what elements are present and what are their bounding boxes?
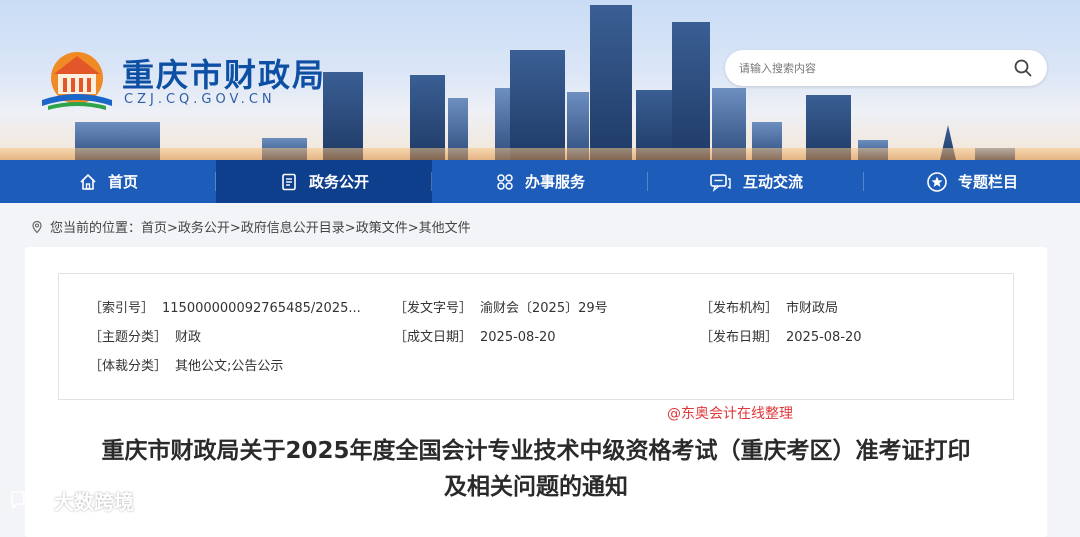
published-date-label: ［发布日期］ [700, 330, 779, 345]
nav-item-topics[interactable]: 专题栏目 [864, 160, 1080, 203]
nav-item-government-affairs[interactable]: 政务公开 [216, 160, 432, 203]
watermark-text: 大数跨境 [54, 490, 134, 514]
search-input[interactable] [739, 59, 999, 77]
document-metadata: ［索引号］ 115000000092765485/2025... ［发文字号］ 渝财… [58, 273, 1014, 400]
main-nav: 首页 政务公开 办事服务 互动交流 专题栏目 [0, 160, 1080, 203]
chat-icon [710, 173, 731, 192]
breadcrumb: 您当前的位置： 首页>政务公开>政府信息公开目录>政策文件>其他文件 [30, 217, 471, 236]
article-title: 重庆市财政局关于2025年度全国会计专业技术中级资格考试（重庆考区）准考证打印 … [25, 433, 1047, 505]
published-date-value: 2025-08-20 [786, 330, 862, 345]
grid-icon [497, 173, 513, 190]
topic-value: 财政 [175, 330, 202, 345]
doc-number-value: 渝财会〔2025〕29号 [480, 301, 608, 316]
site-domain: CZJ.CQ.GOV.CN [124, 92, 276, 107]
watermark: 大数跨境 [8, 486, 134, 515]
nav-label: 首页 [107, 173, 138, 191]
search-icon[interactable] [1013, 58, 1033, 78]
doc-number-label: ［发文字号］ [394, 301, 473, 316]
header-banner: 重庆市财政局 CZJ.CQ.GOV.CN [0, 0, 1080, 160]
breadcrumb-path[interactable]: 首页>政务公开>政府信息公开目录>政策文件>其他文件 [141, 217, 471, 236]
written-date-label: ［成文日期］ [394, 330, 473, 345]
index-label: ［索引号］ [89, 301, 155, 316]
star-icon [927, 171, 947, 192]
written-date-value: 2025-08-20 [480, 330, 556, 345]
nav-item-services[interactable]: 办事服务 [432, 160, 648, 203]
article-title-line-1: 重庆市财政局关于2025年度全国会计专业技术中级资格考试（重庆考区）准考证打印 [101, 438, 971, 464]
genre-label: ［体裁分类］ [89, 359, 168, 374]
nav-label: 政务公开 [308, 173, 369, 191]
site-name[interactable]: 重庆市财政局 [122, 50, 326, 96]
nav-label: 互动交流 [742, 173, 803, 191]
nav-item-interaction[interactable]: 互动交流 [648, 160, 864, 203]
issuer-value: 市财政局 [786, 301, 839, 316]
site-logo-icon [42, 52, 112, 110]
genre-value: 其他公文;公告公示 [175, 359, 284, 374]
search-box[interactable] [725, 50, 1047, 86]
nav-item-home[interactable]: 首页 [0, 160, 216, 203]
article-title-line-2: 及相关问题的通知 [444, 474, 628, 500]
article-card: ［索引号］ 115000000092765485/2025... ［发文字号］ 渝财… [25, 247, 1047, 537]
chat-bubble-logo-icon [11, 490, 47, 510]
breadcrumb-prefix: 您当前的位置： [50, 221, 142, 236]
index-value: 115000000092765485/2025... [162, 301, 361, 316]
topic-label: ［主题分类］ [89, 330, 168, 345]
nav-label: 专题栏目 [957, 173, 1018, 191]
nav-label: 办事服务 [524, 173, 585, 191]
issuer-label: ［发布机构］ [700, 301, 779, 316]
location-pin-icon [32, 220, 42, 233]
source-note: @东奥会计在线整理 [667, 406, 793, 422]
document-icon [282, 173, 296, 190]
home-icon [80, 173, 96, 190]
